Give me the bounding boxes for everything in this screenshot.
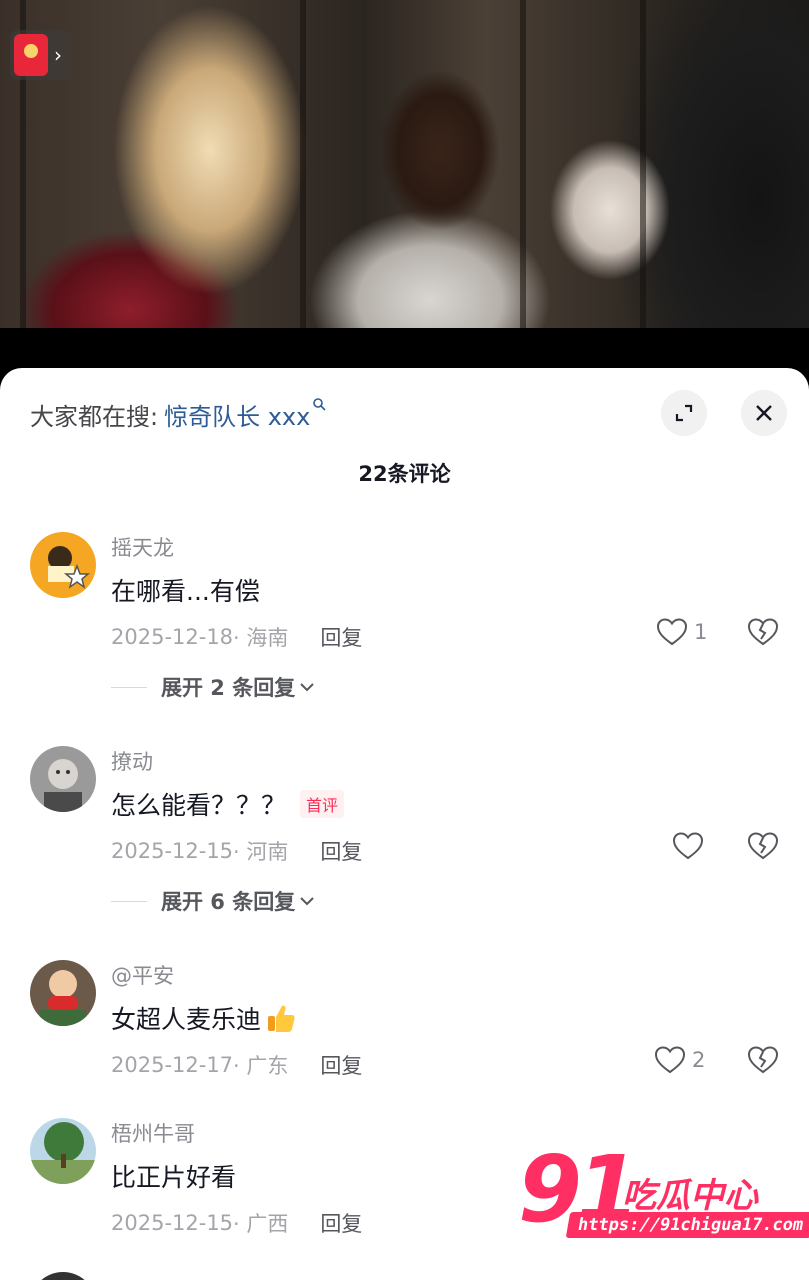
comment-text-content: 女超人麦乐迪 xyxy=(111,1005,262,1034)
expand-replies-label: 展开 6 条回复 xyxy=(161,890,296,914)
comment-date: 2025-12-18 xyxy=(111,625,234,649)
trending-search-prefix: 大家都在搜: xyxy=(30,402,159,431)
trending-search[interactable]: 大家都在搜: 惊奇队长 xxx xyxy=(30,394,326,434)
comment-location: · 河南 xyxy=(233,840,289,864)
comment-text-content: 怎么能看？？？ xyxy=(111,791,287,820)
reply-button[interactable]: 回复 xyxy=(320,622,362,652)
comment-date: 2025-12-17 xyxy=(111,1053,234,1077)
comment-text: 在哪看...有偿 xyxy=(111,572,260,608)
first-comment-badge: 首评 xyxy=(300,790,345,818)
red-packet-button[interactable]: › xyxy=(10,30,72,80)
broken-heart-icon xyxy=(747,618,779,646)
dislike-button[interactable] xyxy=(746,828,780,864)
avatar[interactable] xyxy=(30,746,96,812)
username[interactable]: 撩动 xyxy=(111,746,153,776)
reply-button[interactable]: 回复 xyxy=(320,1208,362,1238)
expand-replies-label: 展开 2 条回复 xyxy=(161,676,296,700)
comment-date: 2025-12-15 xyxy=(111,1211,234,1235)
like-button[interactable] xyxy=(672,828,704,864)
like-count: 2 xyxy=(692,1048,706,1072)
comment-meta: 2025-12-15 · 广西 回复 xyxy=(111,1208,362,1238)
dislike-button[interactable] xyxy=(746,614,780,650)
like-count: 1 xyxy=(694,620,708,644)
video-player[interactable]: › xyxy=(0,0,809,328)
heart-icon xyxy=(654,1046,686,1074)
search-icon xyxy=(312,397,326,415)
thumbs-up-emoji xyxy=(265,1002,297,1034)
expand-button[interactable] xyxy=(661,390,707,436)
chevron-down-icon xyxy=(300,683,314,692)
reply-button[interactable]: 回复 xyxy=(320,836,362,866)
comment-date: 2025-12-15 xyxy=(111,839,234,863)
username[interactable]: 梧州牛哥 xyxy=(111,1118,195,1148)
watermark-brand: 吃瓜中心 xyxy=(622,1176,758,1216)
comment-location: · 广西 xyxy=(233,1212,289,1236)
comment-location: · 海南 xyxy=(233,626,289,650)
comment-count: 22条评论 xyxy=(358,462,451,486)
comment-text-content: 在哪看...有偿 xyxy=(111,577,260,606)
comment-text-content: 比正片好看 xyxy=(111,1163,237,1192)
comment-meta: 2025-12-15 · 河南 回复 xyxy=(111,836,362,866)
expand-replies-button[interactable]: 展开 6 条回复 xyxy=(111,886,315,916)
dislike-button[interactable] xyxy=(746,1042,780,1078)
heart-icon xyxy=(672,832,704,860)
avatar[interactable] xyxy=(30,532,96,598)
red-packet-icon xyxy=(14,34,48,76)
watermark-logo: 91 吃瓜中心 https://91chigua17.com xyxy=(518,1140,809,1250)
watermark-url: https://91chigua17.com xyxy=(565,1212,809,1238)
avatar[interactable] xyxy=(30,1118,96,1184)
expand-icon xyxy=(675,404,693,422)
close-icon xyxy=(756,405,772,421)
broken-heart-icon xyxy=(747,832,779,860)
avatar[interactable] xyxy=(30,1272,96,1280)
comment-location: · 广东 xyxy=(233,1054,289,1078)
expand-replies-button[interactable]: 展开 2 条回复 xyxy=(111,672,315,702)
chevron-down-icon xyxy=(300,897,314,906)
broken-heart-icon xyxy=(747,1046,779,1074)
username[interactable]: @平安 xyxy=(111,960,174,990)
comment-text: 比正片好看 xyxy=(111,1158,236,1194)
like-button[interactable]: 2 xyxy=(654,1042,705,1078)
chevron-right-icon: › xyxy=(54,43,62,67)
reply-button[interactable]: 回复 xyxy=(320,1050,362,1080)
trending-search-term[interactable]: 惊奇队长 xxx xyxy=(164,397,310,432)
close-button[interactable] xyxy=(741,390,787,436)
comment-meta: 2025-12-17 · 广东 回复 xyxy=(111,1050,362,1080)
heart-icon xyxy=(656,618,688,646)
comment-meta: 2025-12-18 · 海南 回复 xyxy=(111,622,362,652)
like-button[interactable]: 1 xyxy=(656,614,707,650)
comment-text: 怎么能看？？？ 首评 xyxy=(111,786,345,822)
comment-text: 女超人麦乐迪 xyxy=(111,1000,297,1036)
username[interactable]: 摇天龙 xyxy=(111,532,174,562)
avatar[interactable] xyxy=(30,960,96,1026)
